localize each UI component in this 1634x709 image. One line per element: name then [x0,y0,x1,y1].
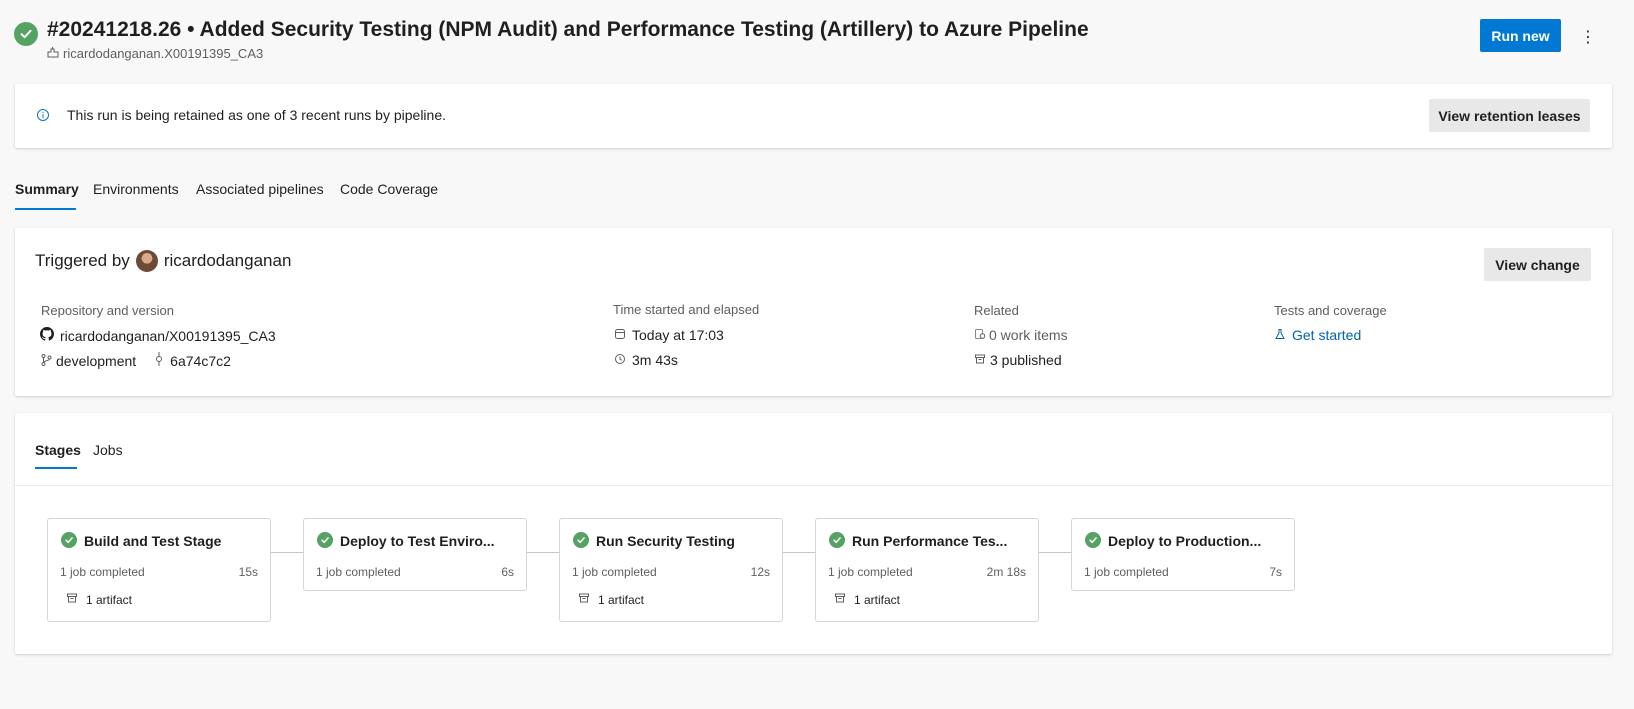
time-started: Today at 17:03 [614,327,724,343]
info-icon [36,108,50,122]
pipeline-name-text: ricardodanganan.X00191395_CA3 [63,46,264,61]
branch-icon [41,353,52,369]
active-subtab-indicator [35,467,77,469]
work-item-icon [974,327,986,343]
tab-jobs[interactable]: Jobs [93,442,123,458]
stage-connector [783,552,815,553]
stage-run-security-testing[interactable]: Run Security Testing 1 job completed 12s… [559,518,783,622]
calendar-icon [614,327,626,343]
more-actions-icon[interactable]: ⋮ [1578,24,1598,48]
time-label: Time started and elapsed [613,302,760,317]
artifact-icon [834,592,846,607]
run-new-button[interactable]: Run new [1480,19,1561,52]
triggered-prefix: Triggered by [35,251,130,270]
view-change-button[interactable]: View change [1484,248,1591,281]
stage-artifact[interactable]: 1 artifact [834,592,900,607]
stage-connector [1039,552,1071,553]
time-elapsed: 3m 43s [614,352,678,368]
tab-code-coverage[interactable]: Code Coverage [340,181,438,197]
commit-icon [154,352,164,369]
stage-jobs: 1 job completed [1084,565,1169,579]
stage-duration: 2m 18s [986,565,1026,579]
tab-environments[interactable]: Environments [93,181,179,197]
retention-message: This run is being retained as one of 3 r… [67,107,447,123]
published-value: 3 published [990,352,1062,368]
stage-artifact[interactable]: 1 artifact [578,592,644,607]
stage-artifact[interactable]: 1 artifact [66,592,132,607]
divider [15,485,1612,486]
stage-connector [527,552,559,553]
pipeline-name[interactable]: ricardodanganan.X00191395_CA3 [47,46,263,61]
view-retention-leases-button[interactable]: View retention leases [1429,99,1590,132]
stage-name: Run Security Testing [596,533,735,549]
stage-name: Build and Test Stage [84,533,222,549]
success-check-icon [573,532,589,548]
tab-summary[interactable]: Summary [15,181,79,197]
stage-jobs: 1 job completed [828,565,913,579]
github-icon [40,327,54,344]
get-started-link[interactable]: Get started [1274,327,1361,343]
avatar [135,250,158,272]
get-started-text: Get started [1292,327,1362,343]
started-value: Today at 17:03 [632,327,724,343]
tests-label: Tests and coverage [1274,303,1387,318]
stage-jobs: 1 job completed [316,565,401,579]
stage-deploy-to-production[interactable]: Deploy to Production... 1 job completed … [1071,518,1295,591]
stage-name: Run Performance Tes... [852,533,1008,549]
elapsed-value: 3m 43s [632,352,678,368]
related-label: Related [974,303,1019,318]
stage-duration: 15s [238,565,258,579]
success-check-icon [829,532,845,548]
success-check-icon [1085,532,1101,548]
stage-duration: 12s [750,565,770,579]
artifact-count: 1 artifact [854,592,901,607]
artifact-icon [974,352,986,368]
stage-run-performance-testing[interactable]: Run Performance Tes... 1 job completed 2… [815,518,1039,622]
success-check-icon [61,532,77,548]
tab-stages[interactable]: Stages [35,442,81,458]
artifact-icon [66,592,78,607]
commit-hash[interactable]: 6a74c7c2 [170,353,231,369]
work-items-value: 0 work items [989,327,1068,343]
pipeline-icon [47,46,59,61]
stage-jobs: 1 job completed [60,565,145,579]
beaker-icon [1274,327,1286,343]
branch-name[interactable]: development [56,353,136,369]
artifact-count: 1 artifact [86,592,133,607]
published-artifacts[interactable]: 3 published [974,352,1062,368]
stage-build-and-test[interactable]: Build and Test Stage 1 job completed 15s… [47,518,271,622]
triggered-user[interactable]: ricardodanganan [164,251,292,271]
success-check-icon [14,22,38,46]
stage-connector [271,552,303,553]
branch-and-commit: development 6a74c7c2 [41,352,231,369]
stage-name: Deploy to Test Enviro... [340,533,495,549]
repository-name: ricardodanganan/X00191395_CA3 [60,327,276,344]
stage-duration: 7s [1269,565,1282,579]
success-check-icon [317,532,333,548]
work-items[interactable]: 0 work items [974,327,1068,343]
tab-associated-pipelines[interactable]: Associated pipelines [196,181,324,197]
artifact-count: 1 artifact [598,592,645,607]
stage-deploy-to-test[interactable]: Deploy to Test Enviro... 1 job completed… [303,518,527,591]
stage-name: Deploy to Production... [1108,533,1262,549]
stage-duration: 6s [501,565,514,579]
clock-icon [614,352,626,368]
active-tab-indicator [15,208,76,210]
repository-link[interactable]: ricardodanganan/X00191395_CA3 [40,327,276,344]
stage-jobs: 1 job completed [572,565,657,579]
triggered-by: Triggered by ricardodanganan [35,250,291,272]
artifact-icon [578,592,590,607]
repo-label: Repository and version [41,303,174,318]
run-title: #20241218.26 • Added Security Testing (N… [47,18,1089,41]
